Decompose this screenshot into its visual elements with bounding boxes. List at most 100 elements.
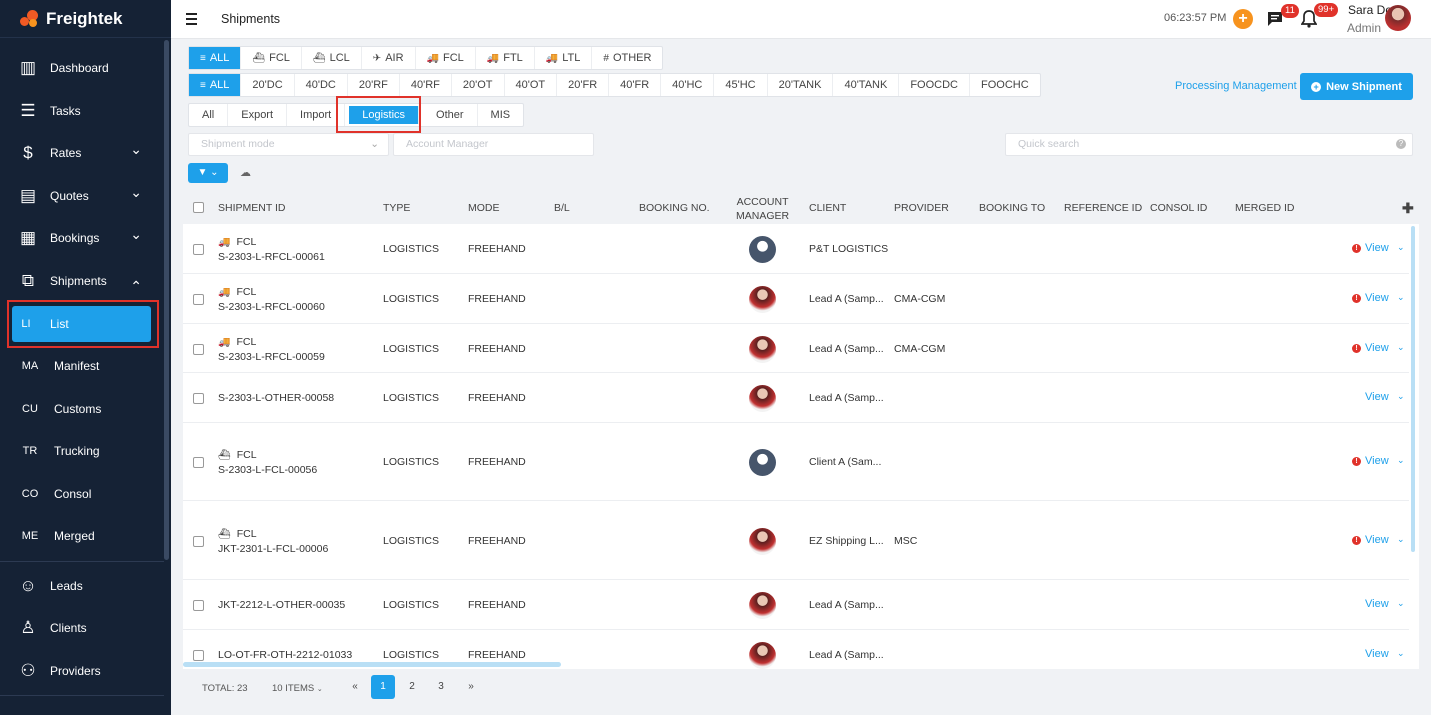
tab-fcl[interactable]: ⛴ FCL — [241, 47, 302, 69]
column-header-b-l[interactable]: B/L — [554, 202, 570, 214]
sidebar-subitem-customs[interactable]: CU Customs — [0, 391, 164, 427]
shipment-id[interactable]: S-2303-L-FCL-00056 — [218, 464, 317, 476]
row-checkbox[interactable] — [193, 244, 204, 255]
tab-20-rf[interactable]: 20'RF — [348, 74, 400, 96]
client-name[interactable]: Lead A (Samp... — [809, 392, 884, 404]
column-header-reference-id[interactable]: REFERENCE ID — [1064, 202, 1142, 214]
chevron-down-icon[interactable]: ⌄ — [1397, 598, 1405, 609]
client-name[interactable]: P&T LOGISTICS — [809, 243, 888, 255]
account-manager-avatar[interactable] — [749, 642, 776, 669]
tab-20-fr[interactable]: 20'FR — [557, 74, 610, 96]
row-checkbox[interactable] — [193, 294, 204, 305]
tab-20-dc[interactable]: 20'DC — [241, 74, 295, 96]
view-link[interactable]: View — [1365, 242, 1389, 254]
account-manager-avatar[interactable] — [749, 236, 776, 263]
tab-all[interactable]: ≡ ALL — [189, 74, 242, 96]
client-name[interactable]: Lead A (Samp... — [809, 293, 884, 305]
page-3-button[interactable]: 3 — [429, 675, 453, 699]
view-link[interactable]: View — [1365, 391, 1389, 403]
column-header-consol-id[interactable]: CONSOL ID — [1150, 202, 1207, 214]
sidebar-subitem-trucking[interactable]: TR Trucking — [0, 433, 164, 469]
vertical-scrollbar[interactable] — [1411, 226, 1415, 552]
account-manager-avatar[interactable] — [749, 527, 776, 555]
row-checkbox[interactable] — [193, 600, 204, 611]
sidebar-subitem-merged[interactable]: ME Merged — [0, 518, 164, 554]
sidebar-item-rates[interactable]: $ Rates ⌄ — [0, 135, 164, 171]
tab-40-fr[interactable]: 40'FR — [609, 74, 662, 96]
tab-45-hc[interactable]: 45'HC — [714, 74, 768, 96]
row-checkbox[interactable] — [193, 535, 204, 547]
tab-40-dc[interactable]: 40'DC — [295, 74, 348, 96]
tab-fcl[interactable]: 🚚 FCL — [416, 47, 476, 69]
processing-management-link[interactable]: Processing Management — [1175, 80, 1297, 92]
row-checkbox[interactable] — [193, 457, 204, 468]
account-manager-avatar[interactable] — [749, 592, 776, 619]
tab-40-tank[interactable]: 40'TANK — [833, 74, 900, 96]
tab-ltl[interactable]: 🚚 LTL — [535, 47, 593, 69]
tab-mis[interactable]: MIS — [478, 104, 524, 126]
tab-40-rf[interactable]: 40'RF — [400, 74, 452, 96]
account-manager-avatar[interactable] — [749, 385, 776, 412]
tab-40-ot[interactable]: 40'OT — [505, 74, 558, 96]
sidebar-subitem-consol[interactable]: CO Consol — [0, 476, 164, 512]
select-all-checkbox[interactable] — [193, 202, 204, 213]
tab-foocdc[interactable]: FOOCDC — [899, 74, 970, 96]
tab-lcl[interactable]: ⛴ LCL — [302, 47, 362, 69]
chevron-down-icon[interactable]: ⌄ — [1397, 534, 1405, 545]
shipment-id[interactable]: LO-OT-FR-OTH-2212-01033 — [218, 649, 352, 661]
view-link[interactable]: View — [1365, 455, 1389, 467]
client-name[interactable]: EZ Shipping L... — [809, 535, 884, 547]
column-header-mode[interactable]: MODE — [468, 202, 500, 214]
column-header-booking-no-[interactable]: BOOKING NO. — [639, 202, 710, 214]
account-manager-avatar[interactable] — [749, 449, 776, 476]
next-page-button[interactable]: » — [459, 675, 483, 699]
sidebar-item-dashboard[interactable]: ▥ Dashboard — [0, 50, 164, 86]
row-checkbox[interactable] — [193, 393, 204, 404]
sidebar-item-bookings[interactable]: ▦ Bookings ⌄ — [0, 220, 164, 256]
tab-all[interactable]: All — [189, 104, 229, 126]
view-link[interactable]: View — [1365, 534, 1389, 546]
prev-page-button[interactable]: « — [343, 675, 367, 699]
column-header-provider[interactable]: PROVIDER — [894, 202, 949, 214]
app-logo[interactable]: Freightek — [0, 0, 171, 38]
account-manager-select[interactable]: Account Manager — [393, 133, 594, 156]
tab-ftl[interactable]: 🚚 FTL — [476, 47, 535, 69]
view-link[interactable]: View — [1365, 598, 1389, 610]
chevron-down-icon[interactable]: ⌄ — [1397, 342, 1405, 353]
hamburger-menu-icon[interactable] — [186, 13, 197, 28]
account-manager-avatar[interactable] — [749, 286, 776, 313]
sidebar-item-leads[interactable]: ☺ Leads — [0, 568, 164, 604]
sidebar-item-shipments[interactable]: ⧉ Shipments ⌃ — [0, 263, 164, 299]
user-avatar[interactable] — [1385, 5, 1411, 31]
client-name[interactable]: Lead A (Samp... — [809, 343, 884, 355]
column-header-shipment-id[interactable]: SHIPMENT ID — [218, 202, 285, 214]
row-checkbox[interactable] — [193, 650, 204, 661]
chevron-down-icon[interactable]: ⌄ — [1397, 242, 1405, 253]
column-header-account-manager[interactable]: ACCOUNT MANAGER — [736, 195, 789, 223]
sidebar-subitem-manifest[interactable]: MA Manifest — [0, 348, 164, 384]
shipment-id[interactable]: S-2303-L-RFCL-00061 — [218, 251, 325, 263]
chevron-down-icon[interactable]: ⌄ — [1397, 455, 1405, 466]
tab-other[interactable]: Other — [423, 104, 478, 126]
client-name[interactable]: Client A (Sam... — [809, 456, 881, 468]
tab-all[interactable]: ≡ ALL — [189, 47, 242, 69]
column-header-merged-id[interactable]: MERGED ID — [1235, 202, 1295, 214]
account-manager-avatar[interactable] — [749, 335, 776, 363]
shipment-id[interactable]: JKT-2301-L-FCL-00006 — [218, 543, 328, 555]
shipment-id[interactable]: S-2303-L-RFCL-00060 — [218, 301, 325, 313]
sidebar-scrollbar[interactable] — [164, 40, 169, 560]
shipment-mode-select[interactable]: Shipment mode ⌄ — [188, 133, 389, 156]
tab-foochc[interactable]: FOOCHC — [970, 74, 1040, 96]
view-link[interactable]: View — [1365, 342, 1389, 354]
column-header-client[interactable]: CLIENT — [809, 202, 846, 214]
chevron-down-icon[interactable]: ⌄ — [1397, 292, 1405, 303]
client-name[interactable]: Lead A (Samp... — [809, 599, 884, 611]
tab-20-ot[interactable]: 20'OT — [452, 74, 505, 96]
view-link[interactable]: View — [1365, 292, 1389, 304]
tab-air[interactable]: ✈ AIR — [362, 47, 416, 69]
new-shipment-button[interactable]: + New Shipment — [1300, 73, 1413, 100]
chevron-down-icon[interactable]: ⌄ — [1397, 391, 1405, 402]
view-link[interactable]: View — [1365, 648, 1389, 660]
column-header-booking-to[interactable]: BOOKING TO — [979, 202, 1045, 214]
page-size-select[interactable]: 10 ITEMS ⌄ — [272, 683, 323, 694]
